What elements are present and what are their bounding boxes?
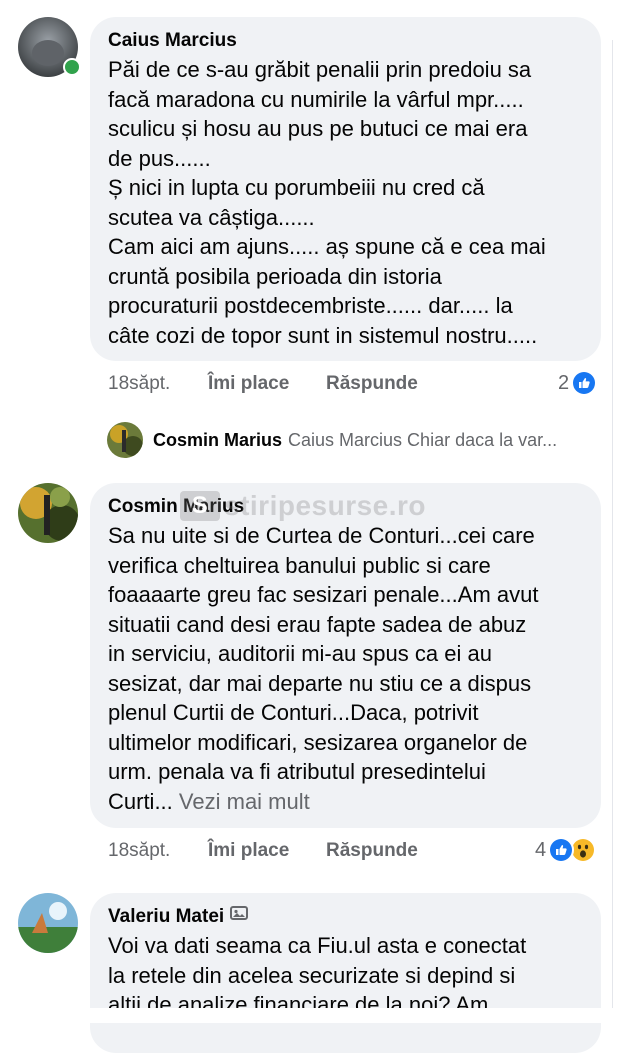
reply-button[interactable]: Răspunde (326, 373, 418, 395)
comment-actions: 18săpt. Îmi place Răspunde (108, 840, 418, 862)
comment-timestamp[interactable]: 18săpt. (108, 373, 208, 395)
image-comment-icon (230, 905, 249, 929)
like-button[interactable]: Îmi place (208, 373, 326, 395)
avatar-valeriu-matei[interactable] (18, 893, 78, 953)
comment-text: Voi va dati seama ca Fiu.ul asta e conec… (108, 933, 527, 1017)
reaction-count: 2 (558, 371, 570, 394)
watermark-logo: S (180, 491, 220, 521)
reply-text: Caius Marcius Chiar daca la var... (288, 429, 558, 450)
like-icon (548, 837, 575, 863)
online-status-icon (63, 58, 81, 76)
comment-actions: 18săpt. Îmi place Răspunde (108, 373, 418, 395)
reply-preview[interactable]: Cosmin Marius Caius Marcius Chiar daca l… (107, 422, 557, 458)
comment-author[interactable]: Valeriu Matei (108, 905, 583, 929)
watermark-text: stiripesurse.ro (224, 490, 427, 521)
comment-text: Sa nu uite si de Curtea de Conturi...cei… (108, 523, 539, 814)
avatar-cosmin-marius-small (107, 422, 143, 458)
watermark: S stiripesurse.ro (180, 490, 426, 522)
comment-timestamp[interactable]: 18săpt. (108, 840, 208, 862)
avatar-cosmin-marius[interactable] (18, 483, 78, 543)
like-button[interactable]: Îmi place (208, 840, 326, 862)
viewport-bottom (0, 1008, 620, 1023)
reaction-summary[interactable]: 4 (535, 837, 597, 863)
see-more-link[interactable]: Vezi mai mult (179, 789, 310, 814)
comment-bubble: Caius Marcius Păi de ce s-au grăbit pena… (90, 17, 601, 361)
scroll-edge (612, 40, 613, 1020)
like-icon (571, 370, 598, 396)
comment-text: Păi de ce s-au grăbit penalii prin predo… (108, 57, 546, 348)
reaction-summary[interactable]: 2 (558, 370, 598, 396)
comment-bubble: Valeriu Matei Voi va dati seama ca Fiu.u… (90, 893, 601, 1053)
reaction-count: 4 (535, 838, 547, 861)
reply-author: Cosmin Marius (153, 429, 283, 450)
comment-bubble: Cosmin Marius Sa nu uite si de Curtea de… (90, 483, 601, 828)
comment-author[interactable]: Caius Marcius (108, 29, 583, 53)
wow-icon (570, 837, 597, 863)
reply-button[interactable]: Răspunde (326, 840, 418, 862)
